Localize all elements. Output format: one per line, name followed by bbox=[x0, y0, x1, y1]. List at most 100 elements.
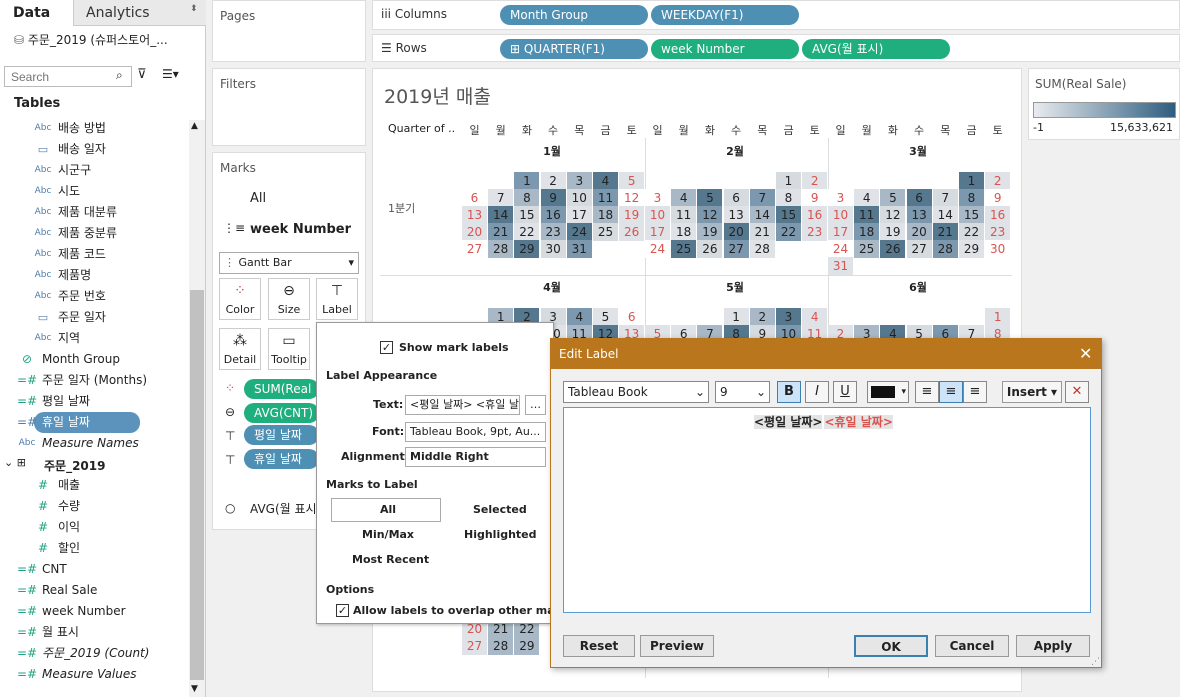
marks-week-number[interactable]: week Number bbox=[250, 222, 351, 237]
calendar-day[interactable]: 12 bbox=[619, 189, 645, 207]
calendar-day[interactable]: 19 bbox=[619, 206, 645, 224]
calendar-day[interactable]: 8 bbox=[514, 189, 540, 207]
align-left-icon[interactable]: ≡ bbox=[915, 381, 939, 403]
calendar-day[interactable]: 13 bbox=[906, 206, 932, 224]
calendar-day[interactable]: 9 bbox=[540, 189, 566, 207]
field-item[interactable]: # 할인 bbox=[38, 538, 80, 559]
marks-selected-option[interactable]: Selected bbox=[473, 503, 527, 516]
bold-button[interactable]: B bbox=[777, 381, 801, 403]
calendar-day[interactable]: 23 bbox=[985, 223, 1011, 241]
align-right-icon[interactable]: ≡ bbox=[963, 381, 987, 403]
calendar-day[interactable]: 2 bbox=[802, 172, 828, 190]
calendar-day[interactable]: 17 bbox=[645, 223, 670, 241]
ok-button[interactable]: OK bbox=[854, 635, 928, 657]
italic-button[interactable]: I bbox=[805, 381, 829, 403]
insert-button[interactable]: Insert ▾ bbox=[1002, 381, 1062, 403]
marks-minmax-option[interactable]: Min/Max bbox=[362, 528, 414, 541]
calendar-day[interactable]: 1 bbox=[514, 172, 540, 190]
calendar-day[interactable]: 18 bbox=[854, 223, 880, 241]
calendar-day[interactable]: 10 bbox=[566, 189, 592, 207]
align-center-icon[interactable]: ≡ bbox=[939, 381, 963, 403]
search-input[interactable] bbox=[4, 66, 132, 87]
calendar-day[interactable]: 28 bbox=[488, 637, 514, 655]
field-item[interactable]: Abc 지역 bbox=[35, 328, 81, 349]
alignment-select[interactable]: Middle Right bbox=[405, 447, 546, 467]
size-button[interactable]: ⊖ Size bbox=[268, 278, 310, 320]
label-editor[interactable]: <평일 날짜> <휴일 날짜> bbox=[563, 407, 1091, 613]
calendar-day[interactable]: 20 bbox=[462, 223, 487, 241]
calendar-day[interactable]: 3 bbox=[828, 189, 853, 207]
calendar-day[interactable]: 17 bbox=[828, 223, 853, 241]
calendar-day[interactable]: 8 bbox=[959, 189, 984, 207]
calendar-day[interactable]: 17 bbox=[566, 206, 592, 224]
calendar-day[interactable]: 21 bbox=[749, 223, 775, 241]
detail-button[interactable]: ⁂ Detail bbox=[219, 328, 261, 370]
calendar-day[interactable]: 6 bbox=[619, 308, 645, 326]
field-item[interactable]: =# 주문 일자 (Months) bbox=[17, 370, 147, 391]
calendar-day[interactable]: 11 bbox=[593, 189, 618, 207]
calendar-day[interactable]: 30 bbox=[540, 240, 566, 258]
calendar-day[interactable]: 16 bbox=[540, 206, 566, 224]
calendar-day[interactable]: 15 bbox=[514, 206, 540, 224]
calendar-day[interactable]: 1 bbox=[959, 172, 984, 190]
radio-icon[interactable]: ○ bbox=[225, 501, 235, 515]
calendar-day[interactable]: 9 bbox=[985, 189, 1011, 207]
calendar-day[interactable]: 23 bbox=[540, 223, 566, 241]
marks-all-option[interactable]: All bbox=[331, 498, 441, 522]
calendar-day[interactable]: 27 bbox=[906, 240, 932, 258]
calendar-day[interactable]: 3 bbox=[645, 189, 670, 207]
calendar-day[interactable]: 4 bbox=[671, 189, 697, 207]
font-size-select[interactable]: 9 ⌄ bbox=[715, 381, 770, 403]
calendar-day[interactable]: 16 bbox=[802, 206, 828, 224]
calendar-day[interactable]: 9 bbox=[802, 189, 828, 207]
row-pill-week-number[interactable]: week Number bbox=[651, 39, 799, 59]
calendar-day[interactable]: 30 bbox=[985, 240, 1011, 258]
preview-button[interactable]: Preview bbox=[640, 635, 714, 657]
row-pill-avg-month[interactable]: AVG(월 표시) bbox=[802, 39, 950, 59]
calendar-day[interactable]: 25 bbox=[854, 240, 880, 258]
pages-shelf[interactable]: Pages bbox=[212, 0, 366, 62]
marks-all[interactable]: All bbox=[250, 191, 266, 206]
field-item[interactable]: # 수량 bbox=[38, 496, 80, 517]
calendar-day[interactable]: 1 bbox=[723, 308, 749, 326]
calendar-day[interactable]: 5 bbox=[880, 189, 906, 207]
calendar-day[interactable]: 31 bbox=[828, 257, 853, 275]
calendar-day[interactable]: 26 bbox=[697, 240, 723, 258]
calendar-day[interactable]: 14 bbox=[749, 206, 775, 224]
font-family-select[interactable]: Tableau Book ⌄ bbox=[563, 381, 709, 403]
calendar-day[interactable]: 7 bbox=[488, 189, 514, 207]
calendar-day[interactable]: 3 bbox=[566, 172, 592, 190]
field-item[interactable]: =# 평일 날짜 bbox=[17, 391, 90, 412]
calendar-day[interactable]: 4 bbox=[593, 172, 618, 190]
field-item[interactable]: Abc 제품 대분류 bbox=[35, 202, 117, 223]
calendar-day[interactable]: 12 bbox=[697, 206, 723, 224]
field-item[interactable]: Abc 제품명 bbox=[35, 265, 92, 286]
datasource[interactable]: ⛁ 주문_2019 (슈퍼스토어_... bbox=[14, 30, 168, 50]
calendar-day[interactable]: 10 bbox=[645, 206, 670, 224]
calendar-day[interactable]: 12 bbox=[880, 206, 906, 224]
table-heading[interactable]: 주문_2019 bbox=[44, 456, 105, 477]
calendar-day[interactable]: 6 bbox=[462, 189, 487, 207]
field-item[interactable]: # 매출 bbox=[38, 475, 80, 496]
field-item[interactable]: ▭ 배송 일자 bbox=[38, 139, 106, 160]
show-labels-checkbox[interactable]: ✓ bbox=[380, 341, 393, 354]
calendar-day[interactable]: 7 bbox=[932, 189, 958, 207]
font-select[interactable]: Tableau Book, 9pt, Au... bbox=[405, 422, 546, 442]
field-item[interactable]: =# week Number bbox=[17, 601, 126, 622]
calendar-day[interactable]: 27 bbox=[462, 240, 487, 258]
calendar-day[interactable]: 11 bbox=[854, 206, 880, 224]
calendar-day[interactable]: 19 bbox=[697, 223, 723, 241]
pill-weekday-date[interactable]: 평일 날짜 bbox=[244, 425, 319, 445]
pill-holiday-date[interactable]: 휴일 날짜 bbox=[244, 449, 319, 469]
calendar-day[interactable]: 18 bbox=[593, 206, 618, 224]
field-item[interactable]: =# Measure Values bbox=[17, 664, 137, 685]
calendar-day[interactable]: 24 bbox=[645, 240, 670, 258]
cancel-button[interactable]: Cancel bbox=[935, 635, 1009, 657]
columns-shelf[interactable]: iii Columns Month Group WEEKDAY(F1) bbox=[372, 0, 1180, 30]
text-more-button[interactable]: … bbox=[525, 395, 546, 415]
calendar-day[interactable]: 3 bbox=[776, 308, 801, 326]
overlap-checkbox[interactable]: ✓ bbox=[336, 604, 349, 617]
column-pill-weekday[interactable]: WEEKDAY(F1) bbox=[651, 5, 799, 25]
calendar-day[interactable]: 20 bbox=[723, 223, 749, 241]
calendar-day[interactable]: 29 bbox=[514, 240, 540, 258]
